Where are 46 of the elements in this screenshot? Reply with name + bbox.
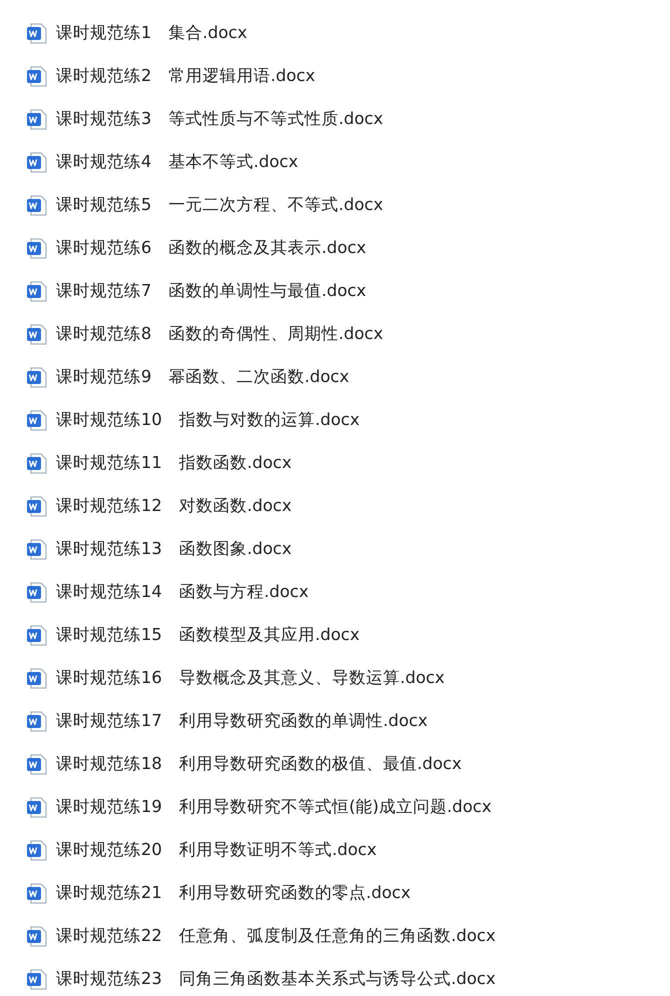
document-icon xyxy=(26,754,47,774)
document-icon xyxy=(26,496,47,516)
file-name[interactable]: 课时规范练4 基本不等式.docx xyxy=(56,151,298,173)
document-icon xyxy=(26,194,47,216)
document-icon xyxy=(26,538,47,560)
document-icon xyxy=(26,582,47,602)
file-name[interactable]: 课时规范练9 幂函数、二次函数.docx xyxy=(56,366,350,388)
document-icon xyxy=(26,238,47,258)
document-icon xyxy=(26,410,47,430)
document-icon xyxy=(26,926,47,946)
document-icon xyxy=(26,882,47,904)
document-icon xyxy=(26,366,47,388)
document-icon xyxy=(26,796,47,818)
file-name[interactable]: 课时规范练5 一元二次方程、不等式.docx xyxy=(56,194,384,216)
file-name[interactable]: 课时规范练3 等式性质与不等式性质.docx xyxy=(56,108,384,130)
file-name[interactable]: 课时规范练22 任意角、弧度制及任意角的三角函数.docx xyxy=(56,925,496,947)
file-name[interactable]: 课时规范练15 函数模型及其应用.docx xyxy=(56,624,360,646)
document-icon xyxy=(26,624,47,646)
file-name[interactable]: 课时规范练20 利用导数证明不等式.docx xyxy=(56,839,377,861)
document-icon xyxy=(26,452,47,474)
document-icon xyxy=(26,22,47,44)
document-icon xyxy=(26,710,47,732)
file-name[interactable]: 课时规范练11 指数函数.docx xyxy=(56,452,292,474)
document-icon xyxy=(26,668,47,688)
document-icon xyxy=(26,968,47,990)
file-name[interactable]: 课时规范练18 利用导数研究函数的极值、最值.docx xyxy=(56,753,462,775)
file-name[interactable]: 课时规范练2 常用逻辑用语.docx xyxy=(56,65,316,87)
document-icon xyxy=(26,840,47,860)
file-name[interactable]: 课时规范练8 函数的奇偶性、周期性.docx xyxy=(56,323,384,345)
file-name[interactable]: 课时规范练1 集合.docx xyxy=(56,22,248,44)
document-icon xyxy=(26,152,47,172)
document-icon xyxy=(26,108,47,130)
file-name[interactable]: 课时规范练21 利用导数研究函数的零点.docx xyxy=(56,882,411,904)
document-icon xyxy=(26,66,47,86)
file-name[interactable]: 课时规范练12 对数函数.docx xyxy=(56,495,292,517)
file-name[interactable]: 课时规范练13 函数图象.docx xyxy=(56,538,292,560)
file-name[interactable]: 课时规范练23 同角三角函数基本关系式与诱导公式.docx xyxy=(56,968,496,990)
file-name[interactable]: 课时规范练16 导数概念及其意义、导数运算.docx xyxy=(56,667,445,689)
file-name[interactable]: 课时规范练17 利用导数研究函数的单调性.docx xyxy=(56,710,428,732)
file-name[interactable]: 课时规范练19 利用导数研究不等式恒(能)成立问题.docx xyxy=(56,796,492,818)
file-name[interactable]: 课时规范练10 指数与对数的运算.docx xyxy=(56,409,360,431)
document-icon xyxy=(26,324,47,344)
file-name[interactable]: 课时规范练6 函数的概念及其表示.docx xyxy=(56,237,366,259)
file-name[interactable]: 课时规范练14 函数与方程.docx xyxy=(56,581,309,603)
document-icon xyxy=(26,280,47,302)
file-name[interactable]: 课时规范练7 函数的单调性与最值.docx xyxy=(56,280,366,302)
